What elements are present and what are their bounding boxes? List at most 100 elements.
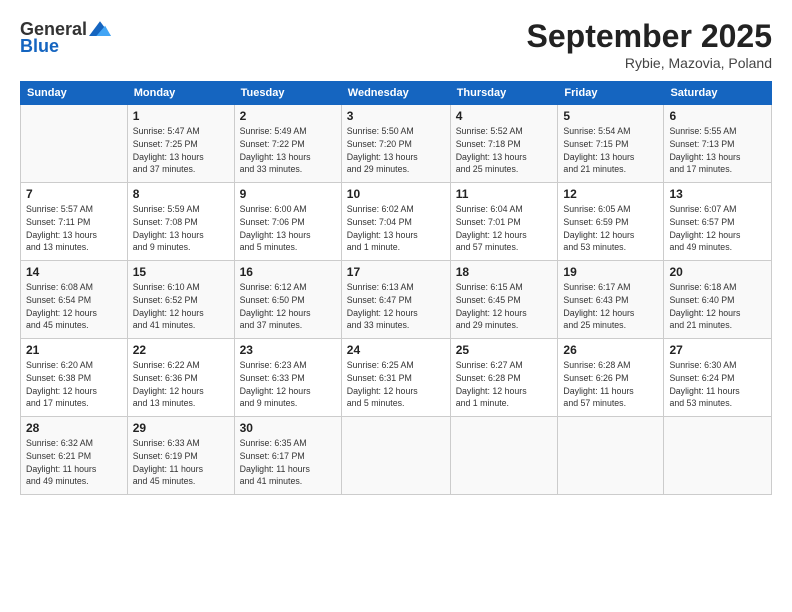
calendar-cell (558, 417, 664, 495)
cell-day-number: 5 (563, 109, 658, 123)
calendar-cell: 4 Sunrise: 5:52 AMSunset: 7:18 PMDaylight… (450, 105, 558, 183)
calendar-cell: 21 Sunrise: 6:20 AMSunset: 6:38 PMDayligh… (21, 339, 128, 417)
weekday-header: Saturday (664, 82, 772, 105)
cell-day-number: 14 (26, 265, 122, 279)
calendar-cell: 1 Sunrise: 5:47 AMSunset: 7:25 PMDaylight… (127, 105, 234, 183)
cell-day-number: 1 (133, 109, 229, 123)
cell-day-number: 4 (456, 109, 553, 123)
calendar-cell: 6 Sunrise: 5:55 AMSunset: 7:13 PMDaylight… (664, 105, 772, 183)
calendar-cell: 5 Sunrise: 5:54 AMSunset: 7:15 PMDaylight… (558, 105, 664, 183)
cell-day-number: 23 (240, 343, 336, 357)
calendar-cell: 15 Sunrise: 6:10 AMSunset: 6:52 PMDayligh… (127, 261, 234, 339)
calendar-cell: 8 Sunrise: 5:59 AMSunset: 7:08 PMDaylight… (127, 183, 234, 261)
calendar-cell: 17 Sunrise: 6:13 AMSunset: 6:47 PMDayligh… (341, 261, 450, 339)
calendar-cell: 20 Sunrise: 6:18 AMSunset: 6:40 PMDayligh… (664, 261, 772, 339)
weekday-header: Friday (558, 82, 664, 105)
cell-day-number: 21 (26, 343, 122, 357)
calendar: SundayMondayTuesdayWednesdayThursdayFrid… (20, 81, 772, 495)
cell-info-text: Sunrise: 6:18 AMSunset: 6:40 PMDaylight:… (669, 281, 766, 332)
cell-info-text: Sunrise: 6:10 AMSunset: 6:52 PMDaylight:… (133, 281, 229, 332)
cell-info-text: Sunrise: 6:00 AMSunset: 7:06 PMDaylight:… (240, 203, 336, 254)
cell-info-text: Sunrise: 5:52 AMSunset: 7:18 PMDaylight:… (456, 125, 553, 176)
calendar-cell: 30 Sunrise: 6:35 AMSunset: 6:17 PMDayligh… (234, 417, 341, 495)
cell-info-text: Sunrise: 6:05 AMSunset: 6:59 PMDaylight:… (563, 203, 658, 254)
cell-info-text: Sunrise: 6:30 AMSunset: 6:24 PMDaylight:… (669, 359, 766, 410)
calendar-cell: 19 Sunrise: 6:17 AMSunset: 6:43 PMDayligh… (558, 261, 664, 339)
calendar-week-row: 21 Sunrise: 6:20 AMSunset: 6:38 PMDayligh… (21, 339, 772, 417)
cell-info-text: Sunrise: 6:12 AMSunset: 6:50 PMDaylight:… (240, 281, 336, 332)
calendar-cell: 9 Sunrise: 6:00 AMSunset: 7:06 PMDaylight… (234, 183, 341, 261)
cell-info-text: Sunrise: 6:08 AMSunset: 6:54 PMDaylight:… (26, 281, 122, 332)
calendar-cell (450, 417, 558, 495)
weekday-header: Sunday (21, 82, 128, 105)
calendar-cell: 27Sunrise: 6:30 AMSunset: 6:24 PMDayligh… (664, 339, 772, 417)
calendar-cell: 25 Sunrise: 6:27 AMSunset: 6:28 PMDayligh… (450, 339, 558, 417)
month-title: September 2025 (527, 18, 772, 55)
cell-info-text: Sunrise: 5:59 AMSunset: 7:08 PMDaylight:… (133, 203, 229, 254)
cell-day-number: 25 (456, 343, 553, 357)
cell-day-number: 12 (563, 187, 658, 201)
cell-day-number: 18 (456, 265, 553, 279)
cell-info-text: Sunrise: 6:27 AMSunset: 6:28 PMDaylight:… (456, 359, 553, 410)
cell-day-number: 24 (347, 343, 445, 357)
cell-day-number: 8 (133, 187, 229, 201)
cell-info-text: Sunrise: 6:13 AMSunset: 6:47 PMDaylight:… (347, 281, 445, 332)
cell-day-number: 7 (26, 187, 122, 201)
calendar-week-row: 1 Sunrise: 5:47 AMSunset: 7:25 PMDaylight… (21, 105, 772, 183)
cell-info-text: Sunrise: 6:07 AMSunset: 6:57 PMDaylight:… (669, 203, 766, 254)
calendar-cell (21, 105, 128, 183)
cell-info-text: Sunrise: 6:15 AMSunset: 6:45 PMDaylight:… (456, 281, 553, 332)
cell-info-text: Sunrise: 5:57 AMSunset: 7:11 PMDaylight:… (26, 203, 122, 254)
cell-info-text: Sunrise: 6:28 AMSunset: 6:26 PMDaylight:… (563, 359, 658, 410)
location-subtitle: Rybie, Mazovia, Poland (527, 55, 772, 71)
cell-day-number: 22 (133, 343, 229, 357)
cell-info-text: Sunrise: 5:55 AMSunset: 7:13 PMDaylight:… (669, 125, 766, 176)
cell-day-number: 30 (240, 421, 336, 435)
logo: General Blue (20, 18, 111, 57)
cell-info-text: Sunrise: 6:23 AMSunset: 6:33 PMDaylight:… (240, 359, 336, 410)
calendar-cell: 29 Sunrise: 6:33 AMSunset: 6:19 PMDayligh… (127, 417, 234, 495)
calendar-week-row: 7 Sunrise: 5:57 AMSunset: 7:11 PMDaylight… (21, 183, 772, 261)
calendar-cell: 10 Sunrise: 6:02 AMSunset: 7:04 PMDayligh… (341, 183, 450, 261)
weekday-header: Wednesday (341, 82, 450, 105)
calendar-cell: 2 Sunrise: 5:49 AMSunset: 7:22 PMDaylight… (234, 105, 341, 183)
page: General Blue September 2025 Rybie, Mazov… (0, 0, 792, 612)
logo-icon (89, 18, 111, 40)
calendar-week-row: 14 Sunrise: 6:08 AMSunset: 6:54 PMDayligh… (21, 261, 772, 339)
cell-day-number: 29 (133, 421, 229, 435)
cell-info-text: Sunrise: 6:22 AMSunset: 6:36 PMDaylight:… (133, 359, 229, 410)
calendar-cell: 23 Sunrise: 6:23 AMSunset: 6:33 PMDayligh… (234, 339, 341, 417)
cell-info-text: Sunrise: 6:20 AMSunset: 6:38 PMDaylight:… (26, 359, 122, 410)
cell-info-text: Sunrise: 5:47 AMSunset: 7:25 PMDaylight:… (133, 125, 229, 176)
weekday-header-row: SundayMondayTuesdayWednesdayThursdayFrid… (21, 82, 772, 105)
calendar-cell: 14 Sunrise: 6:08 AMSunset: 6:54 PMDayligh… (21, 261, 128, 339)
cell-info-text: Sunrise: 5:49 AMSunset: 7:22 PMDaylight:… (240, 125, 336, 176)
cell-info-text: Sunrise: 5:54 AMSunset: 7:15 PMDaylight:… (563, 125, 658, 176)
cell-info-text: Sunrise: 6:35 AMSunset: 6:17 PMDaylight:… (240, 437, 336, 488)
cell-info-text: Sunrise: 6:04 AMSunset: 7:01 PMDaylight:… (456, 203, 553, 254)
calendar-cell: 18 Sunrise: 6:15 AMSunset: 6:45 PMDayligh… (450, 261, 558, 339)
cell-day-number: 17 (347, 265, 445, 279)
calendar-cell: 28Sunrise: 6:32 AMSunset: 6:21 PMDayligh… (21, 417, 128, 495)
cell-info-text: Sunrise: 6:25 AMSunset: 6:31 PMDaylight:… (347, 359, 445, 410)
weekday-header: Tuesday (234, 82, 341, 105)
cell-day-number: 19 (563, 265, 658, 279)
cell-info-text: Sunrise: 5:50 AMSunset: 7:20 PMDaylight:… (347, 125, 445, 176)
cell-day-number: 2 (240, 109, 336, 123)
cell-day-number: 20 (669, 265, 766, 279)
cell-day-number: 10 (347, 187, 445, 201)
cell-day-number: 6 (669, 109, 766, 123)
calendar-cell (664, 417, 772, 495)
cell-day-number: 9 (240, 187, 336, 201)
calendar-cell: 3 Sunrise: 5:50 AMSunset: 7:20 PMDaylight… (341, 105, 450, 183)
cell-day-number: 13 (669, 187, 766, 201)
cell-info-text: Sunrise: 6:17 AMSunset: 6:43 PMDaylight:… (563, 281, 658, 332)
cell-day-number: 15 (133, 265, 229, 279)
cell-day-number: 3 (347, 109, 445, 123)
calendar-cell: 16 Sunrise: 6:12 AMSunset: 6:50 PMDayligh… (234, 261, 341, 339)
cell-day-number: 16 (240, 265, 336, 279)
cell-info-text: Sunrise: 6:02 AMSunset: 7:04 PMDaylight:… (347, 203, 445, 254)
cell-info-text: Sunrise: 6:33 AMSunset: 6:19 PMDaylight:… (133, 437, 229, 488)
calendar-cell: 7 Sunrise: 5:57 AMSunset: 7:11 PMDaylight… (21, 183, 128, 261)
cell-info-text: Sunrise: 6:32 AMSunset: 6:21 PMDaylight:… (26, 437, 122, 488)
